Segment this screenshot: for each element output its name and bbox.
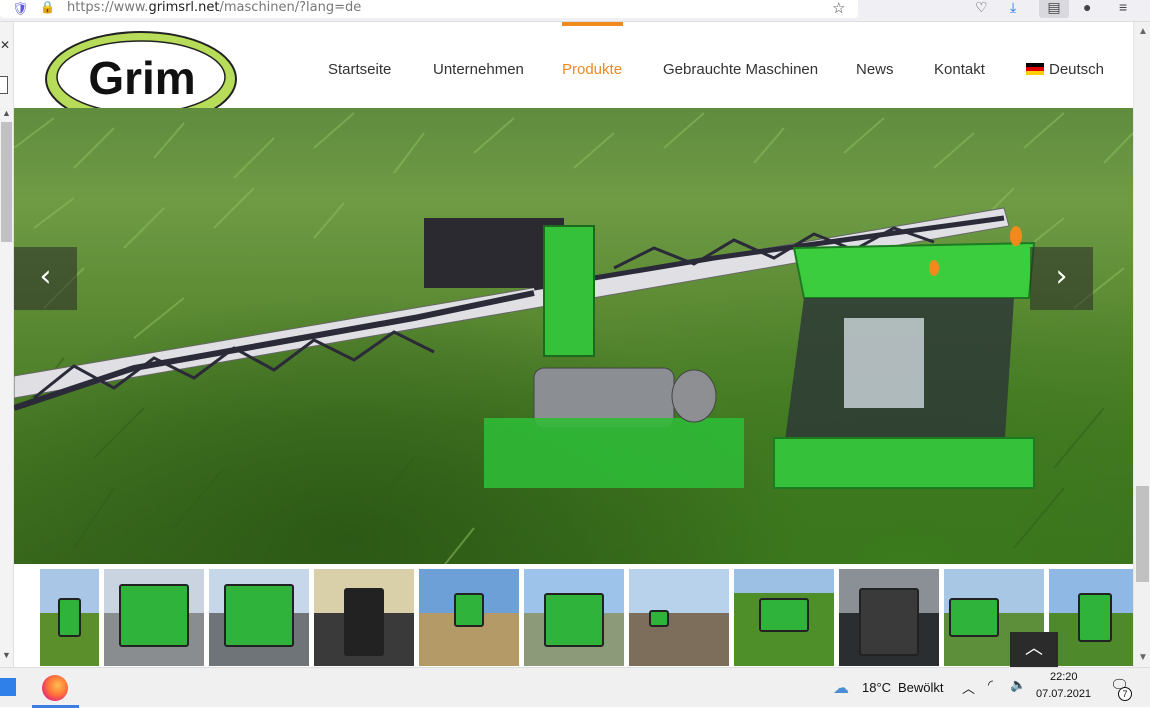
- sidebar-scroll-thumb[interactable]: [1, 122, 12, 242]
- scroll-thumb[interactable]: [1136, 486, 1149, 582]
- nav-unternehmen[interactable]: Unternehmen: [433, 61, 524, 78]
- clock-date[interactable]: 07.07.2021: [1036, 688, 1091, 700]
- tracking-protection-icon[interactable]: 🛡: [12, 1, 29, 17]
- scroll-down-icon[interactable]: ▼: [2, 650, 11, 660]
- thumbnail[interactable]: [839, 569, 939, 666]
- chevron-up-tray-icon[interactable]: ︿: [962, 678, 975, 697]
- language-label: Deutsch: [1049, 61, 1105, 78]
- scroll-down-icon[interactable]: ▼: [1138, 652, 1148, 663]
- thumbnail[interactable]: [524, 569, 624, 666]
- thumbnail[interactable]: [209, 569, 309, 666]
- browser-toolbar: 🛡 🔒 https://www.grimsrl.net/maschinen/?l…: [0, 0, 1150, 22]
- scroll-up-icon[interactable]: ▲: [2, 108, 11, 118]
- download-icon[interactable]: ⤓: [1010, 0, 1016, 16]
- hero-slider[interactable]: ‹ ›: [14, 108, 1133, 564]
- pocket-icon[interactable]: ♡: [975, 0, 988, 16]
- german-flag-icon: [1026, 63, 1044, 75]
- clock-time[interactable]: 22:20: [1050, 671, 1078, 683]
- temperature[interactable]: 18°C: [862, 680, 891, 695]
- firefox-icon[interactable]: [42, 675, 68, 701]
- url-text[interactable]: https://www.grimsrl.net/maschinen/?lang=…: [67, 0, 361, 15]
- thumbnail[interactable]: [419, 569, 519, 666]
- os-taskbar: ☁ 18°C Bewölkt ︿ ◜ 🔈 22:20 07.07.2021 🗨 …: [0, 667, 1150, 708]
- hero-image: [14, 112, 1133, 564]
- cloud-icon[interactable]: ☁: [833, 678, 849, 698]
- nav-language[interactable]: Deutsch: [1026, 61, 1104, 78]
- lock-icon[interactable]: 🔒: [40, 0, 55, 14]
- main-nav: Startseite Unternehmen Produkte Gebrauch…: [14, 22, 1133, 108]
- chevron-left-icon: ‹: [39, 259, 52, 294]
- reader-view-icon[interactable]: ▤: [1039, 0, 1069, 18]
- nav-news[interactable]: News: [856, 61, 894, 78]
- thumbnail[interactable]: [314, 569, 414, 666]
- thumbnail[interactable]: [629, 569, 729, 666]
- nav-kontakt[interactable]: Kontakt: [934, 61, 985, 78]
- notification-badge: 7: [1118, 687, 1132, 701]
- nav-gebrauchte-maschinen[interactable]: Gebrauchte Maschinen: [663, 61, 818, 78]
- sidebar-box[interactable]: [0, 76, 8, 94]
- start-icon[interactable]: [0, 678, 16, 696]
- page-scrollbar[interactable]: ▲ ▼: [1133, 22, 1150, 667]
- weather-condition[interactable]: Bewölkt: [898, 680, 944, 695]
- wifi-icon[interactable]: ◜: [988, 678, 993, 693]
- thumbnail-strip: [14, 564, 1133, 667]
- active-indicator: [562, 22, 623, 26]
- extension-icon[interactable]: ●: [1083, 0, 1091, 15]
- site-header: Grim Startseite Unternehmen Produkte Geb…: [14, 22, 1133, 127]
- thumbnail[interactable]: [734, 569, 834, 666]
- menu-icon[interactable]: ≡: [1119, 0, 1127, 15]
- thumbnail[interactable]: [40, 569, 99, 666]
- bookmark-star-icon[interactable]: ☆: [832, 0, 845, 17]
- close-icon[interactable]: ✕: [0, 38, 10, 52]
- slider-prev-button[interactable]: ‹: [14, 247, 77, 310]
- back-to-top-button[interactable]: ︿: [1010, 632, 1058, 668]
- chevron-right-icon: ›: [1055, 259, 1068, 294]
- nav-startseite[interactable]: Startseite: [328, 61, 391, 78]
- nav-produkte[interactable]: Produkte: [562, 61, 622, 78]
- scroll-up-icon[interactable]: ▲: [1138, 26, 1148, 37]
- chevron-up-icon: ︿: [1025, 638, 1043, 659]
- speaker-icon[interactable]: 🔈: [1010, 678, 1026, 693]
- sidebar-strip: ✕ ▲ ▼: [0, 22, 14, 667]
- thumbnail[interactable]: [104, 569, 204, 666]
- thumbnail[interactable]: [1049, 569, 1133, 666]
- slider-next-button[interactable]: ›: [1030, 247, 1093, 310]
